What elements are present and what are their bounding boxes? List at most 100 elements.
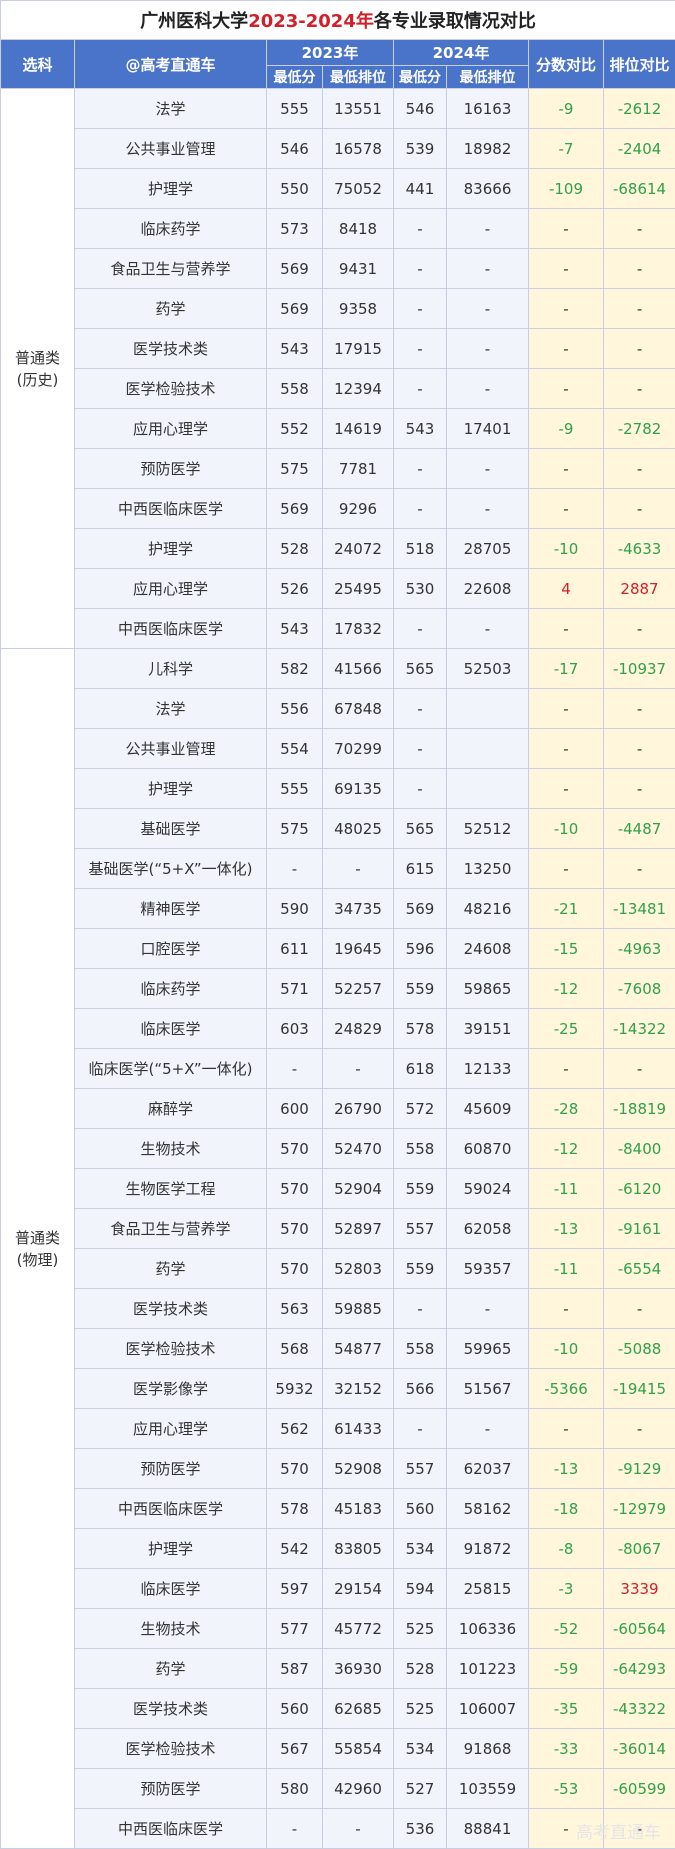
major-name: 应用心理学 (74, 408, 267, 449)
score-diff: -18 (528, 1488, 604, 1529)
table-row: 应用心理学 526 25495 530 22608 4 2887 (1, 568, 675, 609)
major-name: 临床医学 (74, 1008, 267, 1049)
score-2023: 611 (266, 928, 323, 969)
score-2023: 603 (266, 1008, 323, 1049)
rank-2023: 16578 (322, 128, 394, 169)
major-name: 法学 (74, 88, 267, 129)
score-2023: 600 (266, 1088, 323, 1129)
score-2024: - (393, 248, 447, 289)
score-diff: -11 (528, 1168, 604, 1209)
rank-diff: -8400 (602, 1128, 675, 1169)
rank-2024: 58162 (446, 1488, 529, 1529)
rank-diff: -9129 (602, 1448, 675, 1489)
score-diff: -13 (528, 1448, 604, 1489)
score-2023: 573 (266, 208, 323, 249)
header-subject: 选科 (0, 39, 75, 89)
score-2024: - (393, 368, 447, 409)
major-name: 预防医学 (74, 1768, 267, 1809)
rank-2024: 18982 (446, 128, 529, 169)
major-name: 中西医临床医学 (74, 488, 267, 529)
table-row: 预防医学 570 52908 557 62037 -13 -9129 (1, 1448, 675, 1489)
table-body: 普通类 (历史) 法学 555 13551 546 16163 -9 -2612 公共事业管理 5… (0, 88, 675, 1849)
rank-diff: -68614 (602, 168, 675, 209)
table-row: 口腔医学 611 19645 596 24608 -15 -4963 (1, 928, 675, 969)
rank-diff: 3339 (602, 1568, 675, 1609)
header-2023-min-score: 最低分 (266, 65, 323, 89)
table-row: 公共事业管理 546 16578 539 18982 -7 -2404 (1, 128, 675, 169)
rank-2024: - (446, 288, 529, 329)
subject-category: 普通类 (历史) (0, 88, 75, 649)
table-row: 基础医学 575 48025 565 52512 -10 -4487 (1, 808, 675, 849)
rank-2024: 12133 (446, 1048, 529, 1089)
major-name: 应用心理学 (74, 1408, 267, 1449)
score-2023: 558 (266, 368, 323, 409)
score-2023: 582 (266, 648, 323, 689)
header-2024-min-rank: 最低排位 (446, 65, 529, 89)
score-2023: - (266, 848, 323, 889)
score-diff: -15 (528, 928, 604, 969)
rank-diff: - (602, 608, 675, 649)
score-2024: - (393, 1408, 447, 1449)
rank-diff: - (602, 288, 675, 329)
rank-diff: 2887 (602, 568, 675, 609)
major-name: 儿科学 (74, 648, 267, 689)
rank-2024: 106336 (446, 1608, 529, 1649)
header-2024-min-score: 最低分 (393, 65, 447, 89)
score-2024: 565 (393, 648, 447, 689)
rank-2023: 17832 (322, 608, 394, 649)
title-suffix: 各专业录取情况对比 (373, 11, 536, 32)
rank-diff: -7608 (602, 968, 675, 1009)
score-2024: 539 (393, 128, 447, 169)
score-diff: -35 (528, 1688, 604, 1729)
score-diff: -25 (528, 1008, 604, 1049)
rank-2023: 61433 (322, 1408, 394, 1449)
rank-2023: 9296 (322, 488, 394, 529)
rank-diff: -14322 (602, 1008, 675, 1049)
rank-2024: 45609 (446, 1088, 529, 1129)
table-row: 医学检验技术 567 55854 534 91868 -33 -36014 (1, 1728, 675, 1769)
score-2024: 534 (393, 1728, 447, 1769)
rank-2024: - (446, 488, 529, 529)
rank-diff: -4633 (602, 528, 675, 569)
header-rank-diff: 排位对比 (602, 39, 675, 89)
rank-2023: 52897 (322, 1208, 394, 1249)
score-diff: - (528, 1288, 604, 1329)
score-2024: - (393, 488, 447, 529)
rank-2023: 36930 (322, 1648, 394, 1689)
score-2023: - (266, 1048, 323, 1089)
rank-2024: 59965 (446, 1328, 529, 1369)
rank-2024: - (446, 1288, 529, 1329)
score-diff: - (528, 208, 604, 249)
score-diff: -10 (528, 808, 604, 849)
rank-2023: 52803 (322, 1248, 394, 1289)
rank-2023: 7781 (322, 448, 394, 489)
score-2024: 559 (393, 968, 447, 1009)
rank-2024: 39151 (446, 1008, 529, 1049)
major-name: 生物医学工程 (74, 1168, 267, 1209)
score-diff: -7 (528, 128, 604, 169)
header-brand: @高考直通车 (74, 39, 267, 89)
score-2023: 568 (266, 1328, 323, 1369)
rank-2023: 67848 (322, 688, 394, 729)
score-diff: -11 (528, 1248, 604, 1289)
score-2023: 543 (266, 328, 323, 369)
score-diff: -52 (528, 1608, 604, 1649)
major-name: 临床医学(“5+X”一体化) (74, 1048, 267, 1089)
rank-2023: 32152 (322, 1368, 394, 1409)
score-2023: 570 (266, 1248, 323, 1289)
rank-2023: 69135 (322, 768, 394, 809)
score-diff: - (528, 768, 604, 809)
score-2024: 528 (393, 1648, 447, 1689)
rank-2023: 34735 (322, 888, 394, 929)
score-2023: 571 (266, 968, 323, 1009)
score-2023: 528 (266, 528, 323, 569)
rank-2023: 9431 (322, 248, 394, 289)
table-row: 中西医临床医学 - -536 88841- - (1, 1808, 675, 1849)
rank-2023: - (322, 1808, 394, 1849)
score-2023: 546 (266, 128, 323, 169)
rank-diff: -12979 (602, 1488, 675, 1529)
rank-2024: 51567 (446, 1368, 529, 1409)
score-2023: 575 (266, 448, 323, 489)
rank-diff: -13481 (602, 888, 675, 929)
header-row-1: 选科 @高考直通车 2023年 2024年 分数对比 排位对比 (0, 39, 675, 89)
